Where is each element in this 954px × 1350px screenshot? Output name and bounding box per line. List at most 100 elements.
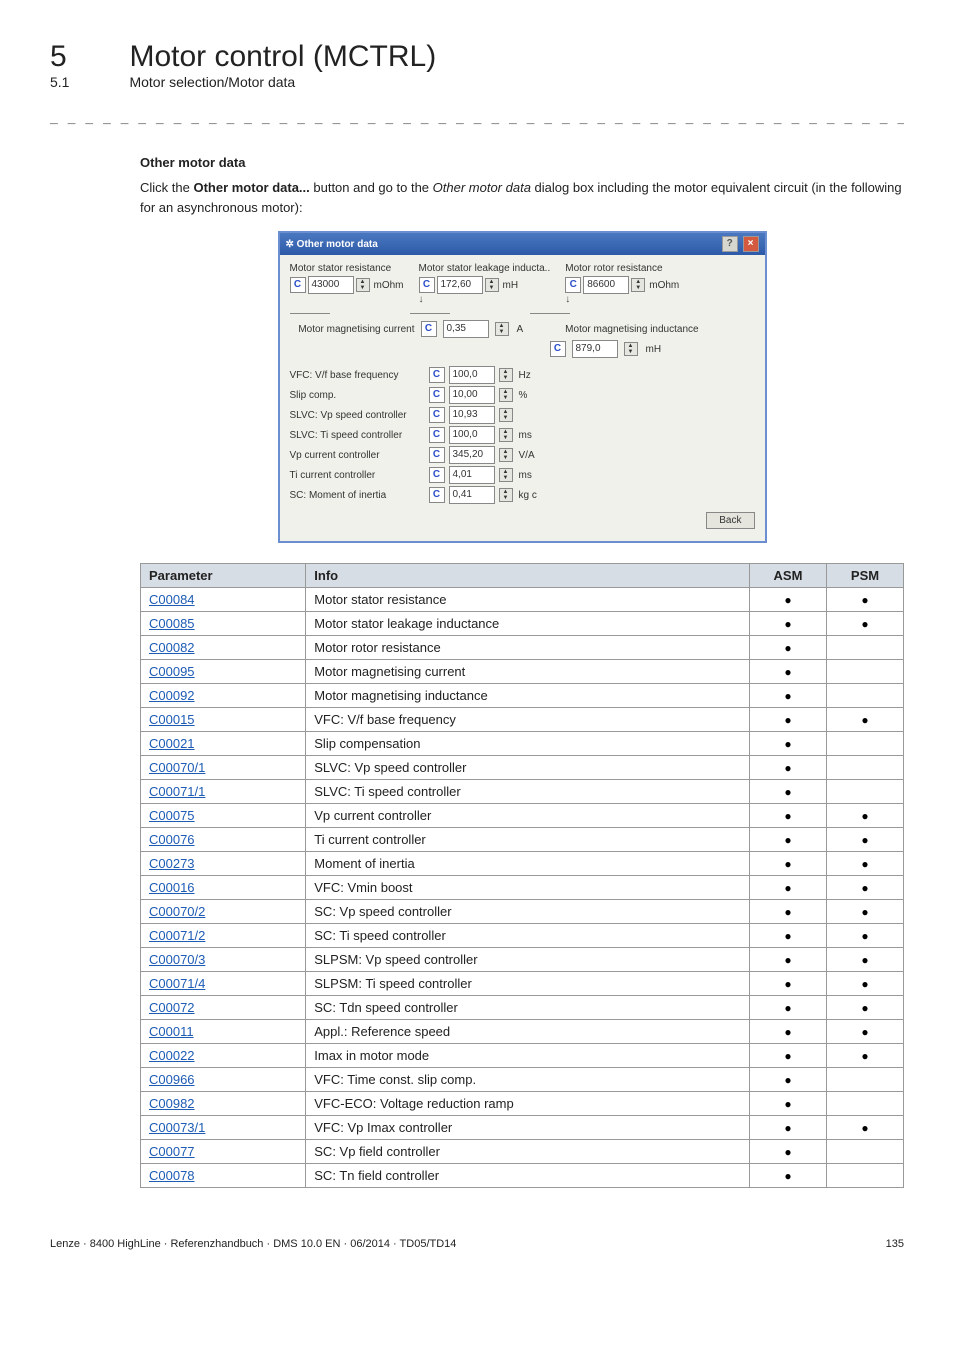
back-button[interactable]: Back [706,512,754,529]
info-cell: Motor stator leakage inductance [306,612,750,636]
param-link[interactable]: C00085 [149,616,195,631]
param-link[interactable]: C00273 [149,856,195,871]
c-button[interactable]: C [429,487,445,503]
psm-cell [827,852,904,876]
table-row: C00016VFC: Vmin boost [141,876,904,900]
param-link[interactable]: C00077 [149,1144,195,1159]
value-input[interactable]: 10,93 [449,406,495,424]
param-link[interactable]: C00015 [149,712,195,727]
spinner[interactable]: ▲▼ [631,278,645,292]
spinner[interactable]: ▲▼ [499,488,513,502]
spinner[interactable]: ▲▼ [495,322,509,336]
param-link[interactable]: C00084 [149,592,195,607]
param-link[interactable]: C00075 [149,808,195,823]
table-row: C00078SC: Tn field controller [141,1164,904,1188]
value-input[interactable]: 43000 [308,276,354,294]
param-link[interactable]: C00082 [149,640,195,655]
c-button[interactable]: C [429,407,445,423]
spinner[interactable]: ▲▼ [499,468,513,482]
info-cell: Motor magnetising inductance [306,684,750,708]
psm-cell [827,660,904,684]
close-icon[interactable]: × [743,236,759,252]
param-cell: C00076 [141,828,306,852]
unit: mH [646,344,662,355]
spinner[interactable]: ▲▼ [356,278,370,292]
table-row: C00095Motor magnetising current [141,660,904,684]
asm-cell [750,996,827,1020]
param-link[interactable]: C00078 [149,1168,195,1183]
c-button[interactable]: C [421,321,437,337]
c-button[interactable]: C [429,447,445,463]
param-link[interactable]: C00095 [149,664,195,679]
text-bold: Other motor data... [193,180,309,195]
param-link[interactable]: C00092 [149,688,195,703]
value-input[interactable]: 4,01 [449,466,495,484]
param-link[interactable]: C00073/1 [149,1120,205,1135]
psm-cell [827,1116,904,1140]
param-link[interactable]: C00071/2 [149,928,205,943]
col-psm: PSM [827,564,904,588]
spinner[interactable]: ▲▼ [485,278,499,292]
info-cell: SC: Vp speed controller [306,900,750,924]
value-input[interactable]: 100,0 [449,426,495,444]
table-header-row: Parameter Info ASM PSM [141,564,904,588]
param-link[interactable]: C00070/2 [149,904,205,919]
param-link[interactable]: C00016 [149,880,195,895]
param-cell: C00071/2 [141,924,306,948]
param-link[interactable]: C00076 [149,832,195,847]
other-motor-data-dialog: ✲ Other motor data ? × Motor stator resi… [278,231,767,543]
table-row: C00022Imax in motor mode [141,1044,904,1068]
spinner[interactable]: ▲▼ [499,408,513,422]
value-input[interactable]: 100,0 [449,366,495,384]
field-rotor-resistance: Motor rotor resistance C 86600 ▲▼ mOhm ↓ [565,263,679,305]
c-button[interactable]: C [290,277,306,293]
param-link[interactable]: C00982 [149,1096,195,1111]
subchapter-title: Motor selection/Motor data [129,74,436,90]
spinner[interactable]: ▲▼ [499,368,513,382]
subchapter-number: 5.1 [50,74,69,90]
asm-cell [750,780,827,804]
help-icon[interactable]: ? [722,236,738,252]
c-button[interactable]: C [429,367,445,383]
param-link[interactable]: C00021 [149,736,195,751]
info-cell: SLPSM: Ti speed controller [306,972,750,996]
parameter-table: Parameter Info ASM PSM C00084 Motor stato… [140,563,904,1188]
param-link[interactable]: C00072 [149,1000,195,1015]
c-button[interactable]: C [550,341,566,357]
separator-line: _ _ _ _ _ _ _ _ _ _ _ _ _ _ _ _ _ _ _ _ … [50,110,904,125]
value-input[interactable]: 879,0 [572,340,618,358]
info-cell: Motor stator resistance [306,588,750,612]
c-button[interactable]: C [429,387,445,403]
param-link[interactable]: C00011 [149,1024,194,1039]
psm-cell [827,996,904,1020]
value-input[interactable]: 345,20 [449,446,495,464]
c-button[interactable]: C [419,277,435,293]
param-link[interactable]: C00071/4 [149,976,205,991]
dialog-param-row: Vp current controllerC345,20▲▼V/A [290,446,755,464]
psm-cell [827,876,904,900]
spinner[interactable]: ▲▼ [499,448,513,462]
psm-cell [827,828,904,852]
value-input[interactable]: 10,00 [449,386,495,404]
info-cell: SC: Ti speed controller [306,924,750,948]
asm-cell [750,660,827,684]
param-link[interactable]: C00022 [149,1048,195,1063]
param-link[interactable]: C00966 [149,1072,195,1087]
c-button[interactable]: C [565,277,581,293]
param-link[interactable]: C00070/1 [149,760,205,775]
label: Vp current controller [290,450,425,461]
c-button[interactable]: C [429,467,445,483]
unit: Hz [519,370,531,381]
label: Motor magnetising current [290,324,415,335]
param-link[interactable]: C00070/3 [149,952,205,967]
value-input[interactable]: 0,41 [449,486,495,504]
param-cell: C00092 [141,684,306,708]
spinner[interactable]: ▲▼ [499,428,513,442]
value-input[interactable]: 0,35 [443,320,489,338]
param-link[interactable]: C00071/1 [149,784,205,799]
value-input[interactable]: 86600 [583,276,629,294]
value-input[interactable]: 172,60 [437,276,483,294]
spinner[interactable]: ▲▼ [624,342,638,356]
c-button[interactable]: C [429,427,445,443]
spinner[interactable]: ▲▼ [499,388,513,402]
